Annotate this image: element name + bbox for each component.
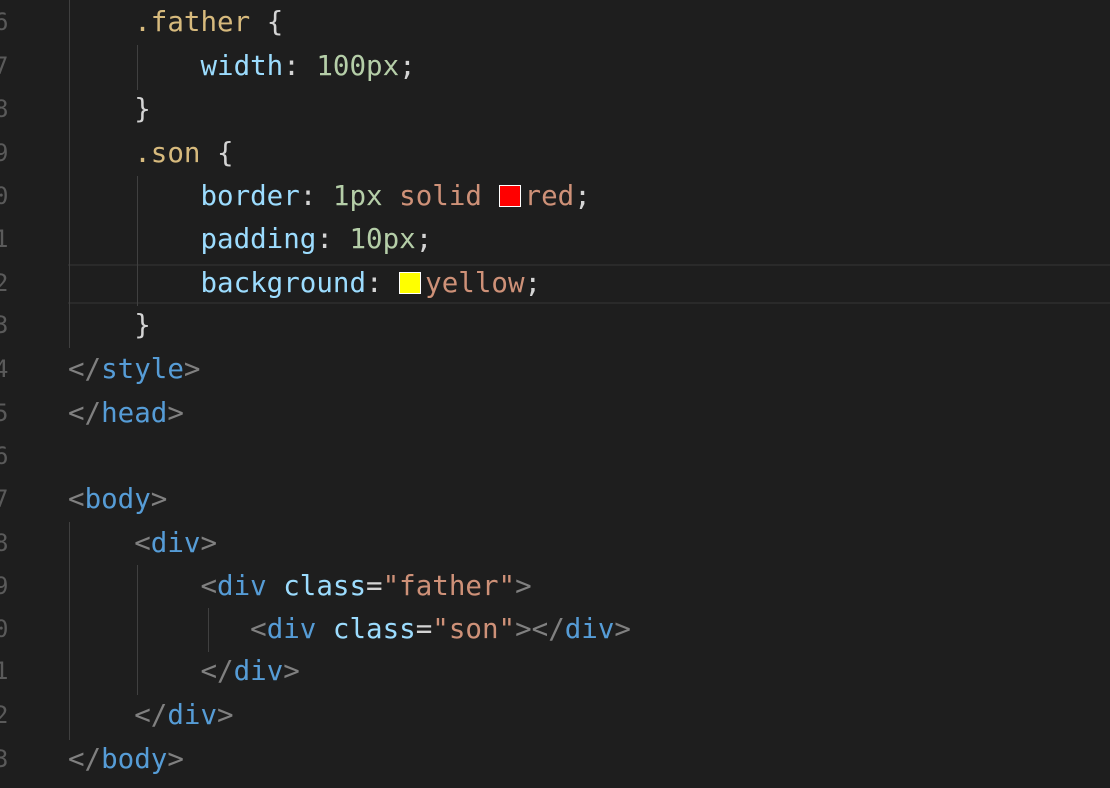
css-value: 10px: [349, 223, 416, 255]
html-tag: head: [101, 397, 168, 429]
attribute-value: "son": [432, 613, 516, 645]
html-tag: style: [101, 353, 184, 385]
code-line[interactable]: .father {: [68, 1, 283, 45]
css-property: background: [200, 267, 367, 299]
css-property: width: [200, 50, 284, 82]
code-line[interactable]: width: 100px;: [68, 45, 415, 89]
css-value: 100px: [316, 50, 400, 82]
code-line[interactable]: }: [68, 304, 151, 348]
line-number: 9: [0, 139, 9, 167]
code-line[interactable]: <body>: [68, 478, 167, 522]
css-value: red: [524, 180, 575, 212]
html-tag: div: [217, 570, 267, 602]
html-tag: body: [84, 483, 151, 515]
code-line[interactable]: </body>: [68, 738, 184, 782]
line-number: 8: [0, 95, 9, 123]
code-line[interactable]: <div class="father">: [68, 565, 531, 609]
code-line[interactable]: .son {: [68, 132, 233, 176]
line-number: 4: [0, 355, 9, 383]
css-property: border: [200, 180, 300, 212]
line-number: 2: [0, 701, 9, 729]
line-number: 1: [0, 657, 9, 685]
html-tag: div: [167, 699, 218, 731]
code-line[interactable]: </div>: [68, 694, 233, 738]
code-line[interactable]: border: 1px solid red;: [68, 175, 590, 219]
color-swatch-yellow[interactable]: [399, 272, 422, 294]
code-line[interactable]: </head>: [68, 392, 184, 436]
line-number: 6: [0, 442, 9, 470]
line-number: 9: [0, 572, 9, 600]
line-number: 7: [0, 485, 9, 513]
line-number: 2: [0, 269, 9, 297]
line-number: 0: [0, 615, 9, 643]
code-line[interactable]: </div>: [68, 650, 299, 694]
code-editor[interactable]: 6 .father { 7 width: 100px; 8 } 9 .son {…: [0, 0, 1110, 788]
css-selector: .son: [134, 137, 201, 169]
code-line[interactable]: padding: 10px;: [68, 218, 432, 262]
color-swatch-red[interactable]: [498, 185, 521, 207]
code-line[interactable]: <div>: [68, 522, 217, 566]
line-number: 0: [0, 182, 9, 210]
code-line[interactable]: </style>: [68, 348, 200, 392]
line-number: 5: [0, 399, 9, 427]
css-property: padding: [200, 223, 317, 255]
line-number: 8: [0, 529, 9, 557]
html-tag: div: [150, 527, 201, 559]
css-value: 1px: [332, 180, 383, 212]
line-number: 6: [0, 8, 9, 36]
code-line[interactable]: }: [68, 88, 151, 132]
attribute-value: "father": [382, 570, 516, 602]
html-tag: body: [101, 743, 168, 775]
line-number: 3: [0, 745, 9, 773]
line-number: 1: [0, 225, 9, 253]
html-tag: div: [564, 613, 615, 645]
code-line[interactable]: background: yellow;: [68, 262, 541, 306]
html-tag: div: [266, 613, 317, 645]
html-attribute: class: [332, 613, 416, 645]
code-line[interactable]: <div class="son"></div>: [68, 608, 631, 652]
line-number: 3: [0, 311, 9, 339]
css-selector: .father: [134, 6, 251, 38]
html-tag: div: [233, 655, 284, 687]
html-attribute: class: [283, 570, 367, 602]
css-value: yellow: [425, 267, 525, 299]
css-value: solid: [399, 180, 482, 212]
line-number: 7: [0, 52, 9, 80]
